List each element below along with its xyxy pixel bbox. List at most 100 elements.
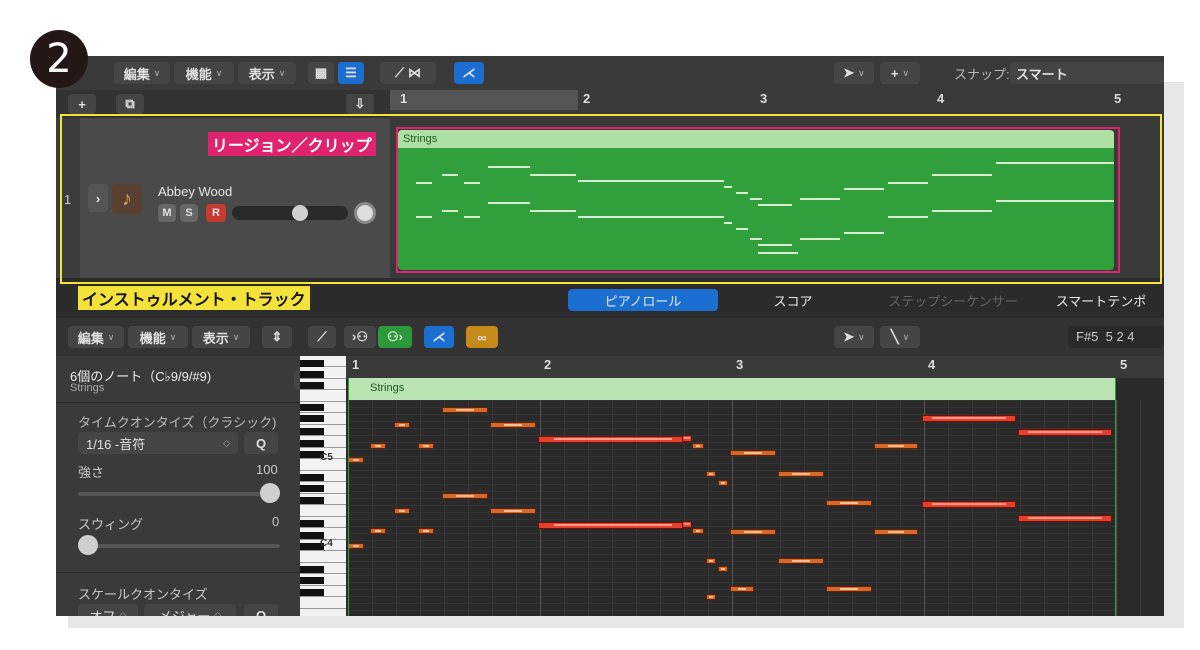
quantize-select[interactable]: 1/16 -音符 ◇ bbox=[78, 432, 238, 454]
midi-note[interactable] bbox=[730, 586, 754, 592]
black-key[interactable] bbox=[300, 382, 324, 389]
black-key[interactable] bbox=[300, 589, 324, 596]
midi-note[interactable] bbox=[538, 436, 688, 443]
midi-note[interactable] bbox=[718, 566, 728, 572]
catch-button[interactable]: ⋌ bbox=[454, 62, 484, 84]
grid-view-button[interactable]: ▦ bbox=[308, 62, 334, 84]
black-key[interactable] bbox=[300, 404, 324, 411]
editor-catch-button[interactable]: ⋌ bbox=[424, 326, 454, 348]
midi-note[interactable] bbox=[370, 443, 386, 449]
black-key[interactable] bbox=[300, 371, 324, 378]
automation-button[interactable]: ⟋ ⋈ bbox=[380, 62, 436, 84]
swing-slider-knob[interactable] bbox=[78, 535, 98, 555]
editor-tab[interactable]: ステップシーケンサー bbox=[868, 289, 1038, 311]
midi-note[interactable] bbox=[1018, 429, 1112, 436]
midi-note[interactable] bbox=[682, 435, 692, 442]
editor-pointer-tool[interactable]: ➤ ∨ bbox=[834, 326, 874, 348]
midi-note[interactable] bbox=[922, 501, 1016, 508]
editor-edit-menu[interactable]: 編集 ∨ bbox=[68, 326, 124, 348]
white-key[interactable] bbox=[300, 551, 346, 563]
midi-note[interactable] bbox=[778, 558, 824, 564]
scale-root-select[interactable]: オフ ◇ bbox=[78, 604, 138, 616]
midi-note[interactable] bbox=[394, 508, 410, 514]
editor-region-header[interactable]: Strings bbox=[348, 378, 1116, 400]
midi-note[interactable] bbox=[874, 443, 918, 449]
cycle-area[interactable] bbox=[390, 90, 578, 110]
view-menu-button[interactable]: 表示 ∨ bbox=[238, 62, 296, 84]
midi-note[interactable] bbox=[370, 528, 386, 534]
midi-note[interactable] bbox=[826, 586, 872, 592]
midi-note[interactable] bbox=[490, 422, 536, 428]
black-key[interactable] bbox=[300, 360, 324, 367]
white-key[interactable] bbox=[300, 390, 346, 402]
secondary-tool-button[interactable]: + ∨ bbox=[880, 62, 920, 84]
midi-note[interactable] bbox=[442, 407, 488, 413]
bar-number: 2 bbox=[544, 357, 552, 372]
piano-keyboard[interactable]: C5 C4 bbox=[300, 356, 346, 616]
pointer-tool-button[interactable]: ➤ ∨ bbox=[834, 62, 874, 84]
black-key[interactable] bbox=[300, 566, 324, 573]
black-key[interactable] bbox=[300, 485, 324, 492]
white-key[interactable] bbox=[300, 609, 346, 616]
midi-note[interactable] bbox=[730, 450, 776, 456]
midi-note[interactable] bbox=[538, 522, 688, 529]
midi-note[interactable] bbox=[922, 415, 1016, 422]
black-key[interactable] bbox=[300, 497, 324, 504]
midi-note[interactable] bbox=[418, 528, 434, 534]
midi-note[interactable] bbox=[1018, 515, 1112, 522]
edit-menu-button[interactable]: 編集 ∨ bbox=[114, 62, 170, 84]
scale-quantize-button[interactable]: Q bbox=[244, 604, 278, 616]
add-track-button[interactable]: + bbox=[68, 94, 96, 114]
main-toolbar: 編集 ∨ 機能 ∨ 表示 ∨ ▦ ☰ ⟋ ⋈ ⋌ ➤ ∨ + ∨ スナップ: スマート bbox=[56, 56, 1164, 90]
midi-note[interactable] bbox=[826, 500, 872, 506]
midi-in-button[interactable]: ›⚇ bbox=[344, 326, 376, 348]
midi-note[interactable] bbox=[706, 558, 716, 564]
midi-note[interactable] bbox=[706, 594, 716, 600]
black-key[interactable] bbox=[300, 577, 324, 584]
list-view-button[interactable]: ☰ bbox=[338, 62, 364, 84]
editor-automation-button[interactable]: ⟋ bbox=[308, 326, 336, 348]
black-key[interactable] bbox=[300, 415, 324, 422]
stepper-icon: ◇ bbox=[214, 609, 222, 617]
swing-slider[interactable] bbox=[78, 535, 280, 555]
midi-note[interactable] bbox=[874, 529, 918, 535]
strength-slider-knob[interactable] bbox=[260, 483, 280, 503]
white-key[interactable] bbox=[300, 597, 346, 609]
black-key[interactable] bbox=[300, 440, 324, 447]
midi-out-button[interactable]: ⚇› bbox=[378, 326, 412, 348]
black-key[interactable] bbox=[300, 520, 324, 527]
midi-note[interactable] bbox=[778, 471, 824, 477]
editor-ruler[interactable]: 1 2 3 4 5 bbox=[346, 356, 1164, 378]
catch-content-button[interactable]: ⇩ bbox=[346, 94, 374, 114]
link-button[interactable]: ∞ bbox=[466, 326, 498, 348]
strength-slider[interactable] bbox=[78, 483, 280, 503]
duplicate-track-button[interactable]: ⧉ bbox=[116, 94, 144, 114]
function-menu-button[interactable]: 機能 ∨ bbox=[174, 62, 234, 84]
piano-roll-grid[interactable]: 1 2 3 4 5 Strings bbox=[346, 356, 1164, 616]
midi-note[interactable] bbox=[442, 493, 488, 499]
midi-note[interactable] bbox=[692, 528, 704, 534]
midi-note[interactable] bbox=[730, 529, 776, 535]
snap-select[interactable]: スマート bbox=[1010, 62, 1164, 84]
black-key[interactable] bbox=[300, 474, 324, 481]
editor-view-menu[interactable]: 表示 ∨ bbox=[192, 326, 250, 348]
editor-function-menu[interactable]: 機能 ∨ bbox=[128, 326, 188, 348]
collapse-button[interactable]: ⇕ bbox=[262, 326, 292, 348]
quantize-button[interactable]: Q bbox=[244, 432, 278, 454]
white-key[interactable] bbox=[300, 505, 346, 517]
midi-note[interactable] bbox=[348, 457, 364, 463]
midi-note[interactable] bbox=[394, 422, 410, 428]
midi-note[interactable] bbox=[706, 471, 716, 477]
editor-tab[interactable]: ピアノロール bbox=[568, 289, 718, 311]
midi-note[interactable] bbox=[682, 521, 692, 528]
midi-note[interactable] bbox=[718, 480, 728, 486]
scale-type-select[interactable]: メジャー ◇ bbox=[144, 604, 236, 616]
editor-tab[interactable]: スコア bbox=[720, 289, 866, 311]
midi-note[interactable] bbox=[692, 443, 704, 449]
midi-note[interactable] bbox=[490, 508, 536, 514]
editor-tab[interactable]: スマートテンポ bbox=[1038, 289, 1164, 311]
editor-pencil-tool[interactable]: ╲ ∨ bbox=[880, 326, 920, 348]
midi-note[interactable] bbox=[418, 443, 434, 449]
black-key[interactable] bbox=[300, 428, 324, 435]
midi-note[interactable] bbox=[348, 543, 364, 549]
